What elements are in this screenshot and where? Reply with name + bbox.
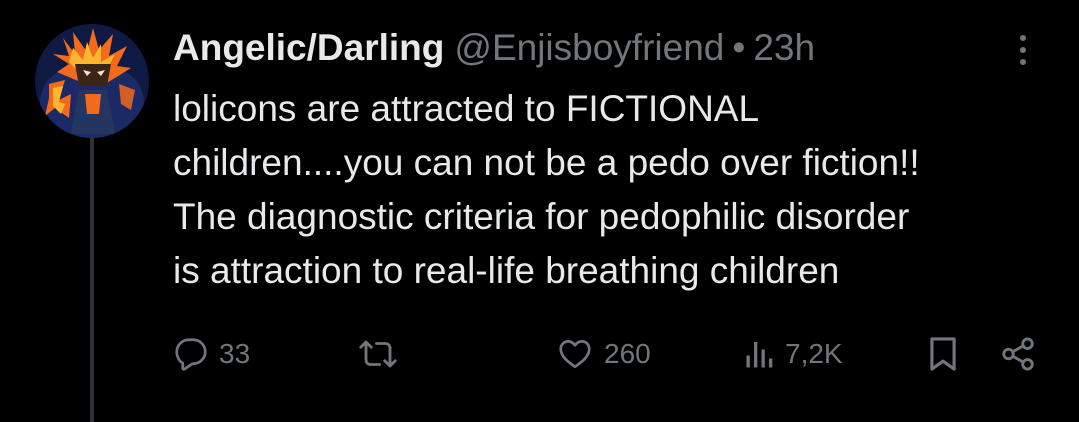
share-button[interactable] <box>998 322 1038 386</box>
repost-icon <box>359 340 397 368</box>
views-chart-icon <box>746 342 773 368</box>
views-button[interactable]: 7,2K <box>745 322 843 386</box>
more-vertical-icon-dot <box>1020 47 1026 53</box>
reply-count: 33 <box>219 338 251 369</box>
tweet-text-line: The diagnostic criteria for pedophilic d… <box>173 196 910 237</box>
tweet-text-line: is attraction to real-life breathing chi… <box>173 250 840 291</box>
tweet-text-line: children....you can not be a pedo over f… <box>173 142 920 183</box>
repost-button[interactable] <box>358 322 398 386</box>
header-separator: • <box>732 27 746 68</box>
reply-icon <box>175 338 207 371</box>
views-count: 7,2K <box>785 338 843 369</box>
like-button[interactable]: 260 <box>556 322 651 386</box>
heart-icon <box>559 340 591 369</box>
tweet-text-line: lolicons are attracted to FICTIONAL <box>173 88 760 129</box>
timestamp[interactable]: 23h <box>753 26 815 70</box>
user-handle[interactable]: @Enjisboyfriend <box>454 26 724 70</box>
display-name[interactable]: Angelic/Darling <box>173 26 444 70</box>
share-icon <box>1002 337 1034 371</box>
avatar[interactable] <box>35 24 149 138</box>
bookmark-button[interactable] <box>927 322 959 386</box>
more-options-button[interactable] <box>1005 28 1041 72</box>
tweet-actions-bar: 33 260 7,2K <box>0 322 1079 386</box>
bookmark-icon <box>930 337 956 371</box>
avatar-image <box>35 24 149 138</box>
tweet-header: Angelic/Darling @Enjisboyfriend • 23h <box>173 26 815 70</box>
like-count: 260 <box>604 338 651 369</box>
more-vertical-icon <box>1020 35 1026 41</box>
reply-button[interactable]: 33 <box>173 322 250 386</box>
more-vertical-icon-dot <box>1020 59 1026 65</box>
tweet-text: lolicons are attracted to FICTIONAL chil… <box>173 82 1063 298</box>
